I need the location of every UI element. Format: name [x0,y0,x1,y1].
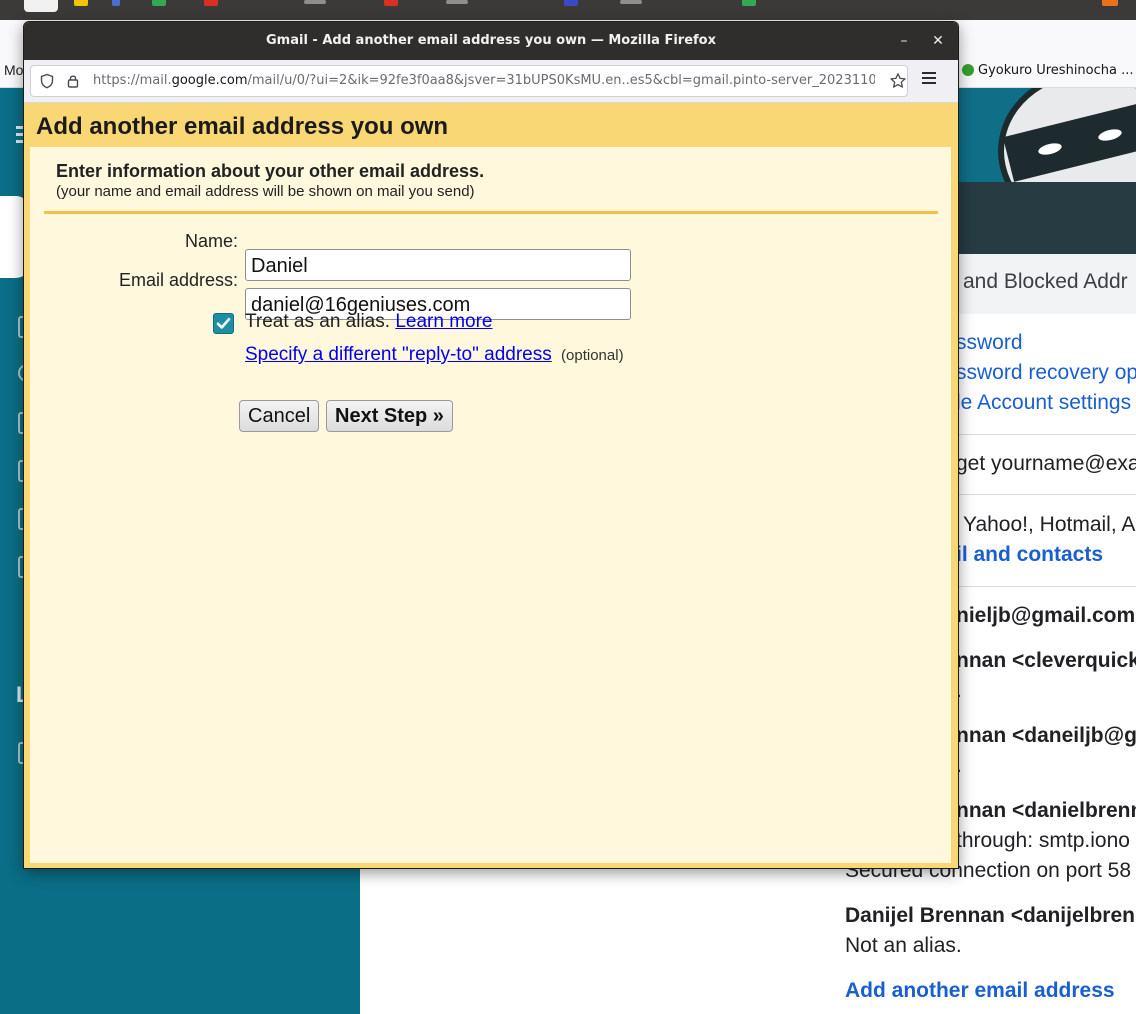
frog-icon [962,64,974,76]
alias-row: Treat as an alias. Learn more [245,311,493,333]
settings-link[interactable]: ssword recovery op [956,361,1136,385]
divider [44,211,938,214]
settings-text: Yahoo!, Hotmail, A [963,513,1136,536]
settings-tab-blocked[interactable]: and Blocked Addr [963,270,1128,294]
url-field[interactable]: https://mail.google.com/mail/u/0/?ui=2&i… [30,65,908,97]
url-path: /mail/u/0/?ui=2&ik=92fe3f0aa8&jsver=31bU… [247,73,875,88]
send-as-entry: Danijel Brennan <danijelbren [845,904,1135,927]
tab-favicon-icon [742,0,756,6]
checkmark-icon [216,317,231,329]
divider [956,494,1136,495]
reply-to-link[interactable]: Specify a different "reply-to" address [245,344,552,365]
bookmark-item[interactable]: Mo [4,62,23,78]
send-as-entry: nnan <danielbrenn [956,799,1136,822]
instructions-subheading: (your name and email address will be sho… [56,183,475,200]
url-text[interactable]: https://mail.google.com/mail/u/0/?ui=2&i… [93,73,875,88]
menu-icon[interactable] [922,72,936,87]
dialog-panel: Enter information about your other email… [30,147,951,863]
send-as-note: Not an alias. [845,934,962,957]
send-as-entry: nnan <daneiljb@gr [956,724,1136,747]
url-prefix: https://mail. [93,73,172,88]
tab-title [620,0,642,4]
tab-favicon-icon [384,0,398,6]
name-input[interactable] [245,249,631,281]
settings-link[interactable]: le Account settings [956,391,1131,415]
dialog-title: Add another email address you own [36,113,449,140]
theme-banner [956,88,1136,254]
bookmark-item[interactable]: Gyokuro Ureshinocha ... [956,63,1134,78]
settings-link[interactable]: ssword [956,331,1023,355]
tab-favicon-icon [112,0,120,6]
tab-title [304,0,326,4]
url-host: google.com [171,73,248,88]
tab-favicon-icon [204,0,218,6]
rss-icon [1102,0,1118,6]
settings-text: get yourname@exa [956,452,1136,475]
tab-favicon-icon [564,0,578,6]
name-label: Name: [184,231,238,251]
star-icon[interactable] [889,72,907,90]
bookmark-label: Gyokuro Ureshinocha ... [978,63,1134,78]
alias-label[interactable]: Treat as an alias. [245,311,390,332]
shield-icon[interactable] [39,73,55,89]
window-titlebar[interactable]: Gmail - Add another email address you ow… [24,22,958,60]
url-bar: https://mail.google.com/mail/u/0/?ui=2&i… [24,60,958,103]
import-mail-link[interactable]: il and contacts [956,543,1103,567]
email-label: Email address: [118,270,238,290]
popup-window: Gmail - Add another email address you ow… [24,22,958,868]
treat-as-alias-checkbox[interactable] [213,313,234,334]
tab-favicon-icon [74,0,88,6]
send-mail-as-address: nieljb@gmail.com: [956,604,1136,627]
next-step-button[interactable]: Next Step » [326,400,453,432]
close-button[interactable]: ✕ [928,31,948,51]
dialog-body: Add another email address you own Enter … [24,103,958,868]
divider [956,434,1136,435]
learn-more-link[interactable]: Learn more [395,311,492,332]
tab-title [446,0,468,4]
instructions-heading: Enter information about your other email… [56,161,485,181]
background-active-tab[interactable] [24,0,58,12]
cancel-button[interactable]: Cancel [239,400,320,432]
add-another-email-link[interactable]: Add another email address [845,979,1115,1003]
reply-to-row: Specify a different "reply-to" address (… [245,344,624,366]
tab-favicon-icon [152,0,166,6]
window-title: Gmail - Add another email address you ow… [266,33,716,48]
lock-icon[interactable] [65,73,81,89]
minimize-button[interactable]: – [894,31,914,51]
send-as-note: through: smtp.iono [956,829,1130,852]
divider [956,586,1136,587]
background-tab-strip [0,0,1136,20]
optional-note: (optional) [561,347,624,364]
send-as-entry: nnan <cleverquick [956,649,1136,672]
